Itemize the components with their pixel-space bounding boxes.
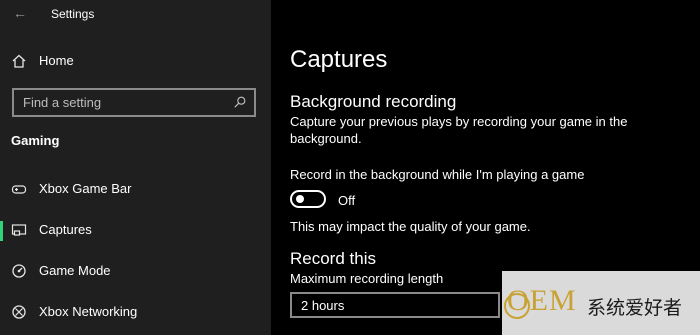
game-bar-icon <box>11 185 27 194</box>
select-value: 2 hours <box>301 298 345 313</box>
background-recording-description: Capture your previous plays by recording… <box>290 114 628 146</box>
sidebar-item-label: Captures <box>39 222 92 237</box>
background-recording-heading: Background recording <box>290 92 457 111</box>
nav-home[interactable]: Home <box>0 46 271 76</box>
search-input[interactable]: Find a setting <box>12 88 256 117</box>
sidebar-item-xbox-game-bar[interactable]: Xbox Game Bar <box>0 174 271 204</box>
home-icon <box>12 54 26 68</box>
page-title: Captures <box>290 46 388 73</box>
xbox-icon <box>12 305 26 319</box>
nav-home-label: Home <box>39 53 74 68</box>
max-length-label: Maximum recording length <box>290 271 444 286</box>
sidebar-item-captures[interactable]: Captures <box>0 215 271 245</box>
captures-icon <box>11 224 27 236</box>
sidebar-item-label: Xbox Networking <box>39 304 138 319</box>
watermark-brand: OEM <box>507 284 577 317</box>
title-bar: ← Settings <box>0 0 271 28</box>
sidebar-item-game-mode[interactable]: Game Mode <box>0 256 271 286</box>
quality-note: This may impact the quality of your game… <box>290 219 531 234</box>
toggle-knob <box>296 195 304 203</box>
search-icon[interactable] <box>233 95 247 109</box>
game-mode-icon <box>12 264 26 278</box>
sidebar-item-label: Xbox Game Bar <box>39 181 132 196</box>
section-title-gaming: Gaming <box>11 133 60 148</box>
back-arrow-icon[interactable]: ← <box>13 5 27 21</box>
watermark-text: 系统爱好者 <box>587 298 683 319</box>
app-title: Settings <box>51 7 95 21</box>
record-this-heading: Record this <box>290 249 376 268</box>
max-recording-length-select[interactable]: 2 hours <box>290 292 500 318</box>
record-background-toggle[interactable] <box>290 190 326 208</box>
sidebar: ← Settings Home Find a setting Gaming Xb… <box>0 0 271 335</box>
record-background-label: Record in the background while I'm playi… <box>290 167 585 182</box>
watermark: OEM 系统爱好者 <box>502 271 700 335</box>
sidebar-item-label: Game Mode <box>39 263 111 278</box>
toggle-state-label: Off <box>338 193 356 208</box>
search-placeholder: Find a setting <box>23 95 102 110</box>
sidebar-item-xbox-networking[interactable]: Xbox Networking <box>0 297 271 327</box>
